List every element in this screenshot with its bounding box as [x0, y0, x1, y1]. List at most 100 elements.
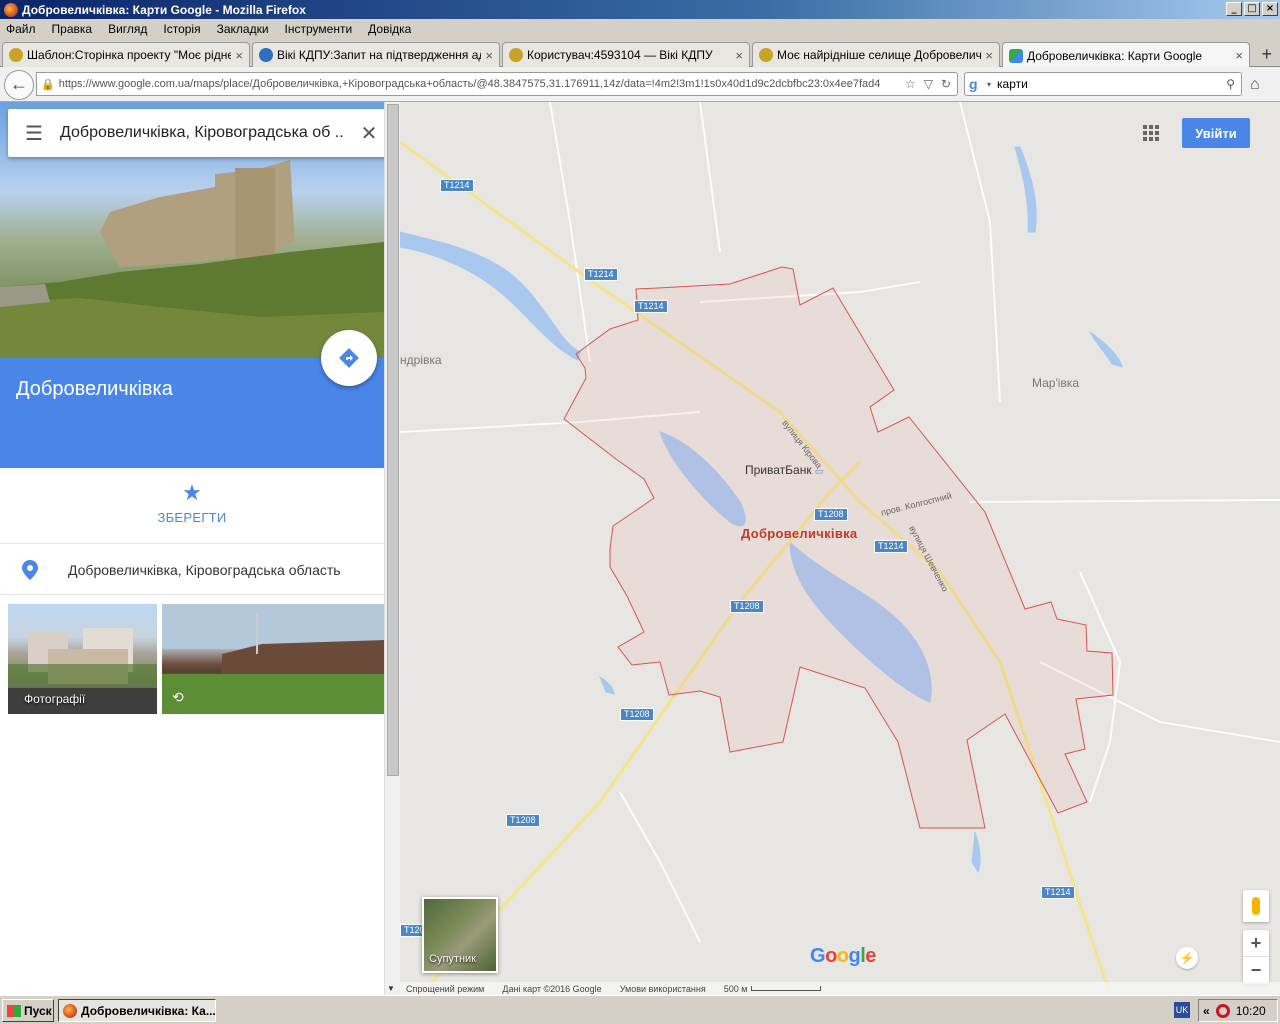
wiki-gear-icon — [509, 48, 523, 62]
tab-close-icon[interactable]: × — [735, 48, 743, 63]
page-content: ☰ Добровеличківка, Кіровоградська об ...… — [0, 102, 1280, 995]
magnifier-icon[interactable]: ⚲ — [1226, 77, 1235, 91]
photos-caption: Фотографії — [24, 692, 86, 706]
firefox-icon — [4, 2, 18, 17]
google-apps-icon[interactable] — [1143, 125, 1159, 141]
hamburger-menu-icon[interactable]: ☰ — [8, 121, 60, 146]
village-label: ндрівка — [400, 353, 442, 367]
search-input[interactable] — [997, 77, 1227, 91]
zoom-in-button[interactable]: + — [1243, 930, 1269, 957]
village-label: Мар'івка — [1032, 376, 1079, 390]
url-bar[interactable]: 🔒 https://www.google.com.ua/maps/place/Д… — [36, 72, 958, 96]
google-search-engine-icon[interactable]: g — [969, 76, 985, 92]
close-window-button[interactable]: × — [1262, 2, 1278, 16]
tab-address-confirmation[interactable]: Вікі КДПУ:Запит на підтвердження ад... × — [252, 42, 500, 67]
photos-thumbnail[interactable]: Фотографії — [8, 604, 157, 714]
wiki-logo-icon — [259, 48, 273, 62]
url-text[interactable]: https://www.google.com.ua/maps/place/Доб… — [59, 78, 899, 90]
home-icon[interactable]: ⌂ — [1250, 76, 1260, 94]
tab-user-page[interactable]: Користувач:4593104 — Вікі КДПУ × — [502, 42, 750, 67]
address-row[interactable]: Добровеличківка, Кіровоградська область — [0, 545, 384, 595]
map-data-credit: Дані карт ©2016 Google — [502, 983, 602, 994]
google-logo: Google — [810, 945, 876, 967]
wiki-gear-icon — [9, 48, 23, 62]
road-badge: T1214 — [1041, 886, 1075, 899]
road-badge: T1214 — [584, 268, 618, 281]
road-badge: T1208 — [620, 708, 654, 721]
street-view-image — [162, 604, 384, 714]
directions-icon — [339, 348, 359, 368]
zoom-out-button[interactable]: − — [1243, 957, 1269, 984]
satellite-toggle[interactable]: Супутник — [422, 897, 498, 973]
opera-icon[interactable] — [1215, 1003, 1230, 1018]
tab-my-village[interactable]: Моє найрідніше селище Добровеличків... × — [752, 42, 1000, 67]
road-badge: T1214 — [634, 300, 668, 313]
tab-project-template[interactable]: Шаблон:Сторінка проекту "Моє рідне ... × — [2, 42, 250, 67]
menu-history[interactable]: Історія — [163, 22, 200, 36]
language-indicator[interactable]: UK — [1174, 1002, 1190, 1018]
menu-bar: Файл Правка Вигляд Історія Закладки Інст… — [0, 19, 1280, 39]
zoom-control: + − — [1243, 930, 1269, 984]
maximize-button[interactable]: □ — [1244, 2, 1260, 16]
window-title-bar: Добровеличківка: Карти Google - Mozilla … — [0, 0, 1280, 19]
tab-close-icon[interactable]: × — [235, 48, 243, 63]
window-title: Добровеличківка: Карти Google - Mozilla … — [22, 2, 306, 17]
search-query[interactable]: Добровеличківка, Кіровоградська об ... — [60, 124, 345, 142]
firefox-icon — [63, 1003, 77, 1018]
terms-link[interactable]: Умови використання — [620, 984, 706, 994]
tab-close-icon[interactable]: × — [1235, 48, 1243, 63]
satellite-label: Супутник — [429, 953, 476, 965]
address-text: Добровеличківка, Кіровоградська область — [68, 561, 341, 578]
menu-edit[interactable]: Правка — [52, 22, 93, 36]
scrollbar-thumb[interactable] — [387, 104, 399, 776]
bookmark-star-icon[interactable]: ☆ — [905, 77, 916, 91]
menu-view[interactable]: Вигляд — [108, 22, 147, 36]
search-bar[interactable]: g ▾ ⚲ — [964, 72, 1242, 96]
lightning-icon[interactable]: ⚡ — [1176, 947, 1198, 969]
lite-mode-link[interactable]: Спрощений режим — [406, 984, 484, 994]
star-icon: ★ — [182, 480, 202, 505]
menu-tools[interactable]: Інструменти — [285, 22, 353, 36]
place-title: Добровеличківка — [16, 378, 173, 400]
map-graphics — [400, 102, 1280, 995]
chevron-down-icon[interactable]: ▾ — [987, 80, 991, 89]
windows-logo-icon — [7, 1004, 21, 1017]
pegman-icon[interactable] — [1243, 890, 1269, 922]
reload-icon[interactable]: ↻ — [941, 77, 951, 91]
scroll-down-arrow-icon[interactable]: ▼ — [387, 984, 395, 993]
tab-close-icon[interactable]: × — [485, 48, 493, 63]
panel-scrollbar[interactable]: ▼ — [384, 102, 400, 995]
dropdown-arrow-icon[interactable]: ▽ — [924, 77, 933, 91]
directions-button[interactable] — [321, 330, 377, 386]
photo-strip: Фотографії ⟲ — [8, 604, 384, 714]
road-badge: T1214 — [440, 179, 474, 192]
tab-google-maps[interactable]: Добровеличківка: Карти Google × — [1002, 42, 1250, 68]
road-badge: T1208 — [506, 814, 540, 827]
save-button[interactable]: ★ ЗБЕРЕГТИ — [0, 468, 384, 544]
taskbar-firefox-window[interactable]: Добровеличківка: Ка... — [58, 999, 216, 1022]
save-label: ЗБЕРЕГТИ — [157, 510, 227, 525]
start-button[interactable]: Пуск — [2, 999, 54, 1022]
minimize-button[interactable]: _ — [1226, 2, 1242, 16]
city-boundary — [563, 266, 1114, 829]
sign-in-button[interactable]: Увійти — [1182, 118, 1250, 148]
scale-bar[interactable]: 500 м — [724, 984, 822, 994]
new-tab-button[interactable]: + — [1261, 44, 1272, 65]
maps-search-box[interactable]: ☰ Добровеличківка, Кіровоградська об ...… — [8, 109, 393, 157]
back-arrow-icon[interactable]: ← — [4, 70, 34, 100]
tab-close-icon[interactable]: × — [985, 48, 993, 63]
clock: 10:20 — [1235, 1003, 1266, 1018]
menu-file[interactable]: Файл — [6, 22, 36, 36]
location-pin-icon — [0, 559, 60, 580]
map-canvas[interactable]: T1214 T1214 T1214 T1208 T1214 T1208 T120… — [400, 102, 1280, 995]
navigation-bar: ← 🔒 https://www.google.com.ua/maps/place… — [0, 67, 1280, 102]
road-badge: T1214 — [874, 540, 908, 553]
tray-expand-button[interactable]: « — [1203, 1004, 1210, 1018]
wiki-gear-icon — [759, 48, 773, 62]
street-view-thumbnail[interactable]: ⟲ — [162, 604, 384, 714]
taskbar: Пуск Добровеличківка: Ка... UK « 10:20 — [0, 995, 1280, 1024]
city-label[interactable]: Добровеличківка — [741, 526, 857, 541]
menu-help[interactable]: Довідка — [368, 22, 411, 36]
menu-bookmarks[interactable]: Закладки — [217, 22, 269, 36]
lock-icon: 🔒 — [41, 78, 55, 91]
